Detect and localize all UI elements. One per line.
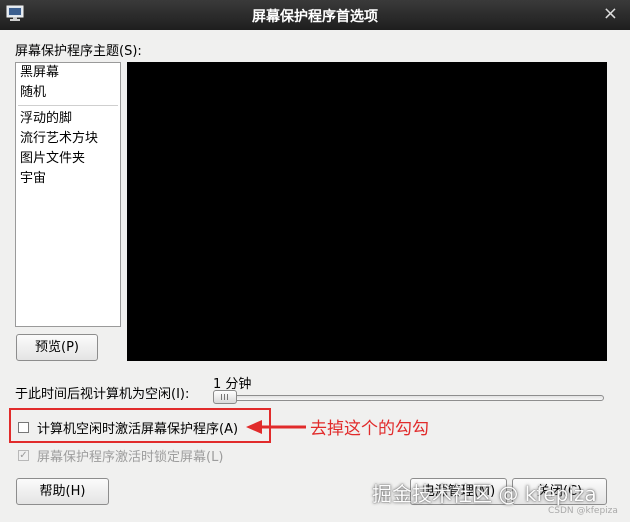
title-bar: 屏幕保护程序首选项 ×: [0, 0, 630, 30]
lock-checkbox-label: 屏幕保护程序激活时锁定屏幕(L): [37, 450, 224, 465]
activate-checkbox[interactable]: [18, 422, 29, 433]
activate-checkbox-label: 计算机空闲时激活屏幕保护程序(A): [37, 422, 239, 437]
theme-item[interactable]: 随机: [16, 83, 120, 103]
watermark-text: 掘金技术社区 @ kfepiza: [372, 482, 597, 506]
theme-item[interactable]: 宇宙: [16, 169, 120, 189]
idle-slider-thumb[interactable]: [213, 390, 237, 404]
screensaver-preview: [127, 62, 607, 361]
watermark-small-text: CSDN @kfepiza: [548, 506, 618, 516]
idle-label: 于此时间后视计算机为空闲(I):: [15, 387, 190, 402]
preview-button[interactable]: 预览(P): [16, 334, 98, 361]
help-button[interactable]: 帮助(H): [16, 478, 109, 505]
close-icon[interactable]: ×: [603, 4, 618, 24]
theme-item[interactable]: 黑屏幕: [16, 63, 120, 83]
activate-screensaver-row[interactable]: 计算机空闲时激活屏幕保护程序(A): [18, 418, 238, 437]
lock-checkbox: ✓: [18, 450, 29, 461]
lock-screen-row: ✓ 屏幕保护程序激活时锁定屏幕(L): [18, 446, 223, 465]
theme-list-separator: [18, 105, 118, 106]
theme-item[interactable]: 图片文件夹: [16, 149, 120, 169]
window-title: 屏幕保护程序首选项: [252, 9, 378, 25]
red-arrow-icon: [246, 420, 306, 434]
theme-list[interactable]: 黑屏幕 随机 浮动的脚 流行艺术方块 图片文件夹 宇宙: [15, 62, 121, 327]
theme-item[interactable]: 流行艺术方块: [16, 129, 120, 149]
idle-slider-track[interactable]: [213, 395, 604, 401]
theme-item[interactable]: 浮动的脚: [16, 109, 120, 129]
annotation-text: 去掉这个的勾勾: [310, 419, 429, 439]
theme-label: 屏幕保护程序主题(S):: [15, 44, 142, 59]
